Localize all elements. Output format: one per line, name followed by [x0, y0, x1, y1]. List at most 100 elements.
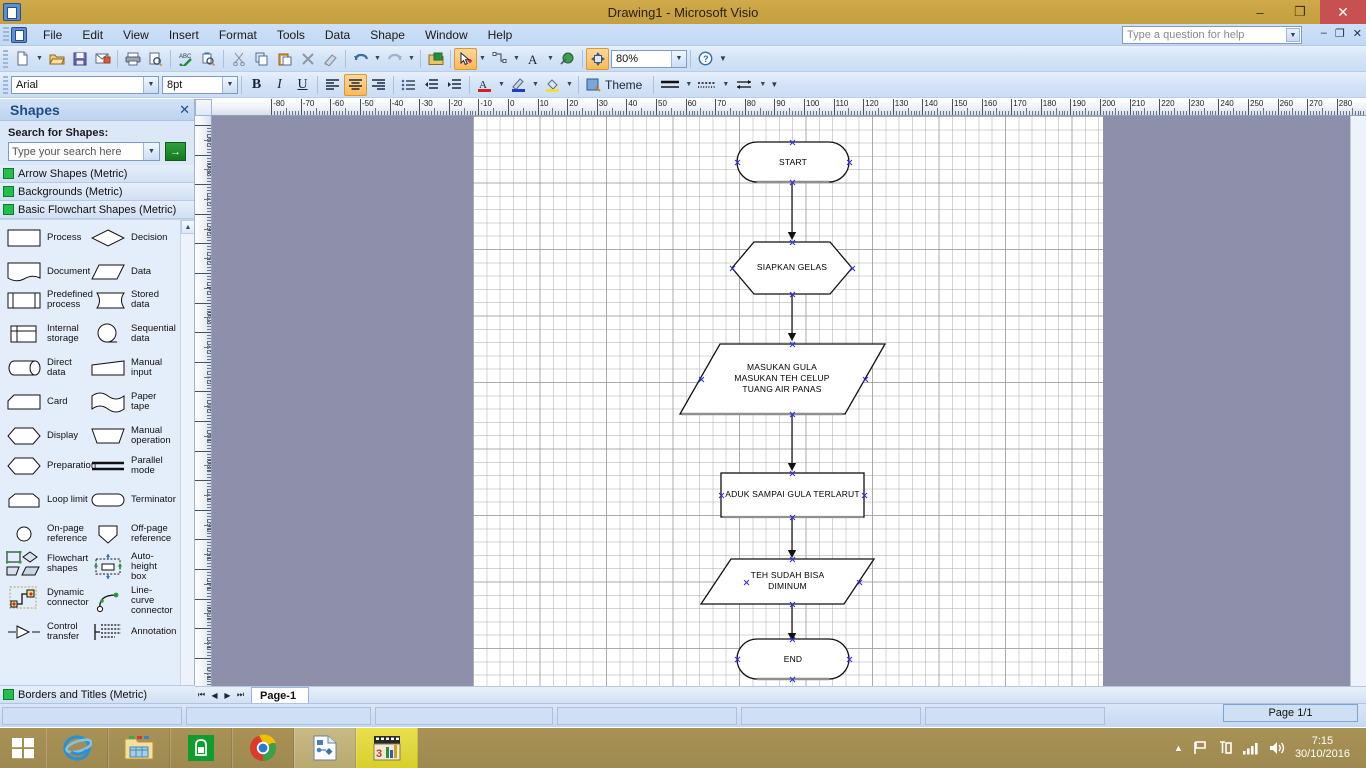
search-input[interactable]: Type your search here ▼ [8, 142, 160, 161]
stencil-borders-and-titles[interactable]: Borders and Titles (Metric) [0, 685, 195, 703]
stencil-shape-loop-limit[interactable]: Loop limit [4, 488, 88, 512]
next-page-icon[interactable]: ▶ [221, 688, 234, 703]
open-icon[interactable] [45, 48, 68, 70]
start-button[interactable] [0, 728, 46, 768]
connection-point[interactable] [789, 676, 796, 683]
stencil-shape-data[interactable]: Data [88, 260, 172, 284]
email-icon[interactable] [91, 48, 114, 70]
search-go-button[interactable]: → [165, 142, 186, 161]
connection-point[interactable] [861, 492, 868, 499]
first-page-icon[interactable]: ⏮ [195, 688, 208, 703]
connection-point[interactable] [789, 239, 796, 246]
stencil-shape-stored-data[interactable]: Stored data [88, 288, 172, 312]
line-pattern-dropdown-icon[interactable]: ▼ [720, 74, 731, 96]
connection-point[interactable] [789, 556, 796, 563]
research-icon[interactable] [197, 48, 220, 70]
stencil-shape-internal-storage[interactable]: Internal storage [4, 322, 88, 346]
text-tool-icon[interactable]: A [522, 48, 545, 70]
connection-point[interactable] [856, 579, 863, 586]
decrease-indent-icon[interactable] [420, 74, 443, 96]
horizontal-ruler[interactable]: -80-70-60-50-40-30-20-100102030405060708… [212, 99, 1366, 116]
redo-icon[interactable] [383, 48, 406, 70]
pan-zoom-icon[interactable] [586, 48, 609, 70]
stencil-shape-on-page-reference[interactable]: On-page reference [4, 522, 88, 546]
toolbar-grip[interactable] [3, 50, 8, 68]
stencil-shape-manual-operation[interactable]: Manual operation [88, 424, 172, 448]
stencil-shape-terminator[interactable]: Terminator [88, 488, 172, 512]
menu-insert[interactable]: Insert [159, 26, 209, 44]
line-weight-icon[interactable] [657, 74, 683, 96]
connection-point[interactable] [862, 376, 869, 383]
format-painter-icon[interactable] [319, 48, 342, 70]
volume-icon[interactable] [1268, 740, 1286, 756]
connection-point[interactable] [789, 636, 796, 643]
connection-point[interactable] [846, 656, 853, 663]
stencil-backgrounds[interactable]: Backgrounds (Metric) [0, 183, 194, 201]
font-name-combo[interactable]: Arial ▼ [11, 76, 159, 94]
stencil-shape-document[interactable]: Document [4, 260, 88, 284]
connection-point[interactable] [734, 159, 741, 166]
chevron-down-icon[interactable]: ▼ [1286, 28, 1300, 42]
mdi-restore-button[interactable]: ❐ [1335, 27, 1345, 40]
align-center-icon[interactable] [344, 74, 367, 96]
line-color-icon[interactable] [507, 74, 530, 96]
taskbar-microsoft-visio[interactable] [294, 728, 356, 768]
connection-point[interactable] [789, 291, 796, 298]
stencil-basic-flowchart[interactable]: Basic Flowchart Shapes (Metric) [0, 201, 194, 219]
stencil-shape-decision[interactable]: Decision [88, 226, 172, 250]
taskbar-file-explorer[interactable] [108, 728, 170, 768]
menu-data[interactable]: Data [315, 26, 360, 44]
increase-indent-icon[interactable] [443, 74, 466, 96]
bullets-icon[interactable] [397, 74, 420, 96]
line-ends-dropdown-icon[interactable]: ▼ [757, 74, 768, 96]
align-left-icon[interactable] [321, 74, 344, 96]
taskbar-windows-store[interactable] [170, 728, 232, 768]
undo-icon[interactable] [349, 48, 372, 70]
stencil-shape-dynamic-connector[interactable]: Dynamic connector [4, 586, 88, 610]
stencil-shape-parallel-mode[interactable]: Parallel mode [88, 454, 172, 478]
bold-button[interactable]: B [245, 74, 268, 96]
connection-point[interactable] [729, 265, 736, 272]
stencil-shape-direct-data[interactable]: Direct data [4, 356, 88, 380]
theme-label[interactable]: Theme [605, 78, 642, 92]
taskbar-internet-explorer[interactable] [46, 728, 108, 768]
shapes-window-icon[interactable] [424, 48, 447, 70]
network-icon[interactable] [1242, 741, 1259, 755]
line-pattern-icon[interactable] [694, 74, 720, 96]
connection-point[interactable] [743, 579, 750, 586]
menu-edit[interactable]: Edit [72, 26, 113, 44]
scroll-up-icon[interactable]: ▲ [181, 220, 194, 234]
pointer-dropdown-icon[interactable]: ▼ [477, 48, 488, 70]
taskbar-clock[interactable]: 7:15 30/10/2016 [1295, 735, 1358, 761]
page-tab-page-1[interactable]: Page-1 [251, 687, 309, 703]
connection-point[interactable] [789, 514, 796, 521]
underline-button[interactable]: U [291, 74, 314, 96]
fill-color-icon[interactable] [541, 74, 564, 96]
stencil-shape-auto-height-box[interactable]: Auto-height box [88, 552, 172, 582]
stencil-shape-annotation[interactable]: Annotation [88, 620, 172, 644]
mdi-minimize-button[interactable]: – [1321, 27, 1327, 40]
connection-point[interactable] [789, 470, 796, 477]
stencil-shape-process[interactable]: Process [4, 226, 88, 250]
input-indicator-icon[interactable] [1217, 740, 1233, 756]
menu-format[interactable]: Format [209, 26, 267, 44]
print-preview-icon[interactable] [144, 48, 167, 70]
font-name-dropdown-icon[interactable]: ▼ [143, 77, 158, 93]
mdi-close-button[interactable]: ✕ [1353, 27, 1362, 40]
connection-point[interactable] [789, 341, 796, 348]
align-right-icon[interactable] [367, 74, 390, 96]
connection-point[interactable] [718, 492, 725, 499]
close-icon[interactable]: ✕ [179, 102, 190, 118]
stencil-shape-paper-tape[interactable]: Paper tape [88, 390, 172, 414]
undo-dropdown-icon[interactable]: ▼ [372, 48, 383, 70]
stencil-shape-preparation[interactable]: Preparation [4, 454, 88, 478]
connector-tool-icon[interactable] [488, 48, 511, 70]
save-icon[interactable] [68, 48, 91, 70]
stencil-shape-flowchart-shapes[interactable]: Flowchart shapes [4, 552, 88, 576]
help-search-input[interactable]: Type a question for help ▼ [1122, 26, 1302, 44]
font-size-combo[interactable]: 8pt ▼ [162, 76, 238, 94]
shapes-scrollbar[interactable]: ▲ ▼ [180, 220, 194, 703]
font-color-dropdown-icon[interactable]: ▼ [496, 74, 507, 96]
menu-window[interactable]: Window [415, 26, 478, 44]
stencil-shape-display[interactable]: Display [4, 424, 88, 448]
